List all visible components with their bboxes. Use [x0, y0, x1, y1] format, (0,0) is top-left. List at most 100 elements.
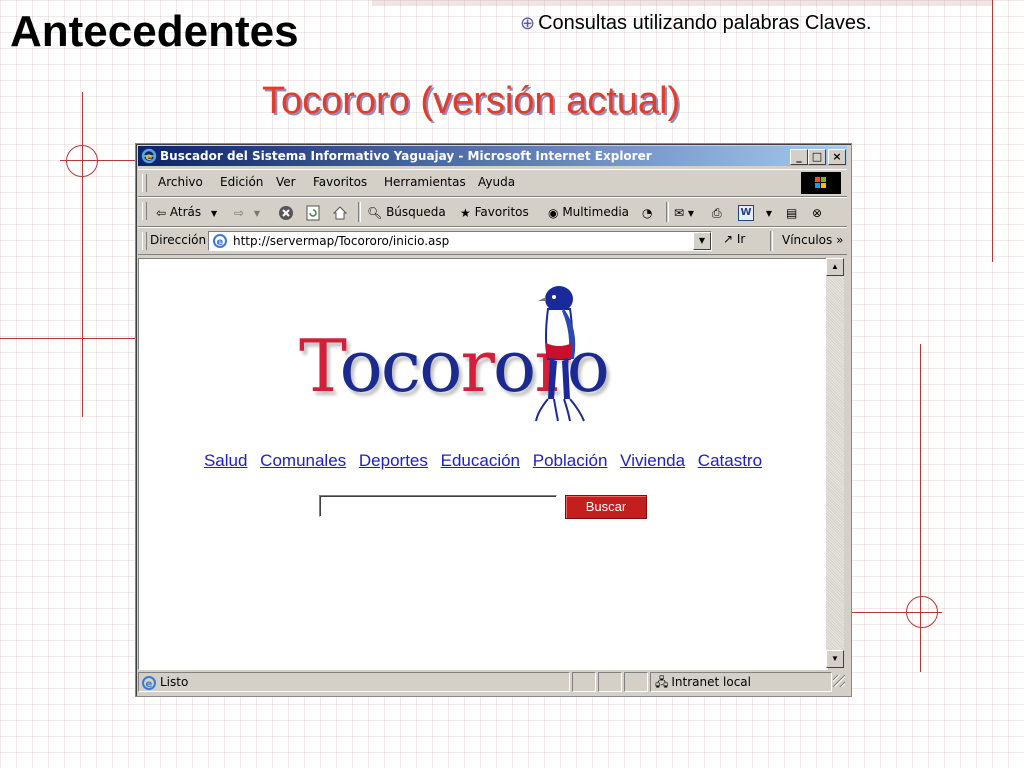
maximize-button[interactable]: □	[808, 149, 826, 165]
standard-toolbar: ⇦ Atrás ▼ ⇨ ▼ 🔍︎ Búsqueda ★ Favoritos ◉ …	[138, 197, 847, 227]
search-button[interactable]: 🔍︎ Búsqueda	[367, 202, 446, 222]
link-vivienda[interactable]: Vivienda	[620, 451, 685, 470]
chevron-down-icon: ▼	[687, 209, 695, 218]
print-button[interactable]: ⎙	[712, 202, 722, 222]
history-button[interactable]: ◔	[642, 202, 652, 222]
slide-subtitle: Tocororo (versión actual)	[262, 80, 681, 122]
svg-text:e: e	[146, 152, 153, 163]
mail-button[interactable]: ✉ ▼	[674, 202, 694, 222]
link-deportes[interactable]: Deportes	[359, 451, 428, 470]
window-titlebar[interactable]: e Buscador del Sistema Informativo Yagua…	[138, 146, 847, 166]
page-viewport: Tocororo Salud Comunales Deportes Educac…	[138, 258, 828, 670]
window-title: Buscador del Sistema Informativo Yaguaja…	[160, 149, 652, 163]
buscar-button[interactable]: Buscar	[565, 495, 647, 519]
forward-button[interactable]: ⇨ ▼	[234, 202, 260, 222]
address-url: http://servermap/Tocororo/inicio.asp	[233, 234, 450, 248]
chevron-down-icon: ▼	[765, 209, 772, 218]
favorites-button[interactable]: ★ Favoritos	[460, 202, 529, 222]
go-arrow-icon: ↗	[723, 232, 734, 246]
svg-text:e: e	[217, 237, 224, 248]
toolbar-grip[interactable]	[142, 174, 147, 192]
address-input[interactable]: e http://servermap/Tocororo/inicio.asp ▼	[208, 231, 712, 251]
zone-panel: 🖧︎ Intranet local	[650, 672, 832, 692]
edit-word-button[interactable]: W ▼	[738, 202, 772, 222]
link-educacion[interactable]: Educación	[441, 451, 520, 470]
menu-ver[interactable]: Ver	[276, 175, 296, 189]
deco-line	[992, 0, 993, 262]
back-label: Atrás	[169, 205, 202, 219]
menu-archivo[interactable]: Archivo	[158, 175, 203, 189]
chevron-down-icon: ▼	[698, 236, 706, 245]
intranet-icon: 🖧︎	[655, 675, 669, 689]
messenger-icon: ⊗	[812, 205, 823, 220]
toolbar-grip[interactable]	[142, 202, 147, 220]
vertical-scrollbar[interactable]: ▲ ▼	[826, 258, 844, 668]
address-bar: Dirección e http://servermap/Tocororo/in…	[138, 227, 847, 255]
link-salud[interactable]: Salud	[204, 451, 247, 470]
page-icon: e	[142, 675, 156, 690]
address-label: Dirección	[150, 233, 207, 247]
home-icon	[332, 205, 348, 219]
forward-arrow-icon: ⇨	[234, 205, 245, 220]
multimedia-label: Multimedia	[562, 205, 630, 219]
chevron-down-icon: ▼	[831, 654, 839, 663]
print-icon: ⎙	[712, 205, 722, 220]
status-panel	[624, 672, 648, 692]
browser-window: e Buscador del Sistema Informativo Yagua…	[135, 143, 852, 697]
refresh-button[interactable]	[305, 202, 321, 222]
svg-text:e: e	[146, 679, 153, 690]
address-dropdown[interactable]: ▼	[693, 232, 711, 250]
back-button[interactable]: ⇦ Atrás ▼	[156, 202, 217, 222]
menu-bar: Archivo Edición Ver Favoritos Herramient…	[138, 169, 847, 197]
menu-favoritos[interactable]: Favoritos	[313, 175, 367, 189]
discuss-button[interactable]: ▤	[786, 202, 797, 222]
favorites-icon: ★	[460, 205, 471, 220]
minimize-button[interactable]: _	[790, 149, 808, 165]
links-label: Vínculos	[782, 233, 833, 247]
page-icon: e	[213, 234, 227, 248]
word-icon: W	[738, 204, 754, 221]
zone-text: Intranet local	[671, 675, 751, 689]
status-bar: e Listo 🖧︎ Intranet local	[138, 671, 847, 692]
chevron-down-icon: ▼	[210, 209, 218, 218]
messenger-button[interactable]: ⊗	[812, 202, 822, 222]
menu-herramientas[interactable]: Herramientas	[384, 175, 466, 189]
home-button[interactable]	[332, 202, 348, 222]
resize-grip[interactable]	[833, 675, 845, 687]
ie-logo-icon: e	[141, 148, 157, 164]
menu-ayuda[interactable]: Ayuda	[478, 175, 515, 189]
link-comunales[interactable]: Comunales	[260, 451, 346, 470]
toolbar-separator	[358, 202, 361, 222]
scroll-up-button[interactable]: ▲	[826, 258, 844, 276]
scroll-down-button[interactable]: ▼	[826, 650, 844, 668]
link-catastro[interactable]: Catastro	[698, 451, 762, 470]
chevron-down-icon: ▼	[253, 209, 261, 218]
multimedia-icon: ◉	[548, 205, 559, 220]
multimedia-button[interactable]: ◉ Multimedia	[548, 202, 629, 222]
history-icon: ◔	[642, 205, 653, 220]
search-input[interactable]	[319, 495, 557, 517]
menu-edicion[interactable]: Edición	[220, 175, 263, 189]
bullet-item: ⊕ Consultas utilizando palabras Claves.	[520, 10, 872, 36]
slide-title: Antecedentes	[10, 7, 299, 56]
windows-logo-icon	[801, 172, 841, 194]
status-panel	[572, 672, 596, 692]
search-label: Búsqueda	[386, 205, 446, 219]
go-button[interactable]: ↗ Ir	[723, 232, 745, 246]
back-arrow-icon: ⇦	[156, 205, 167, 220]
chevron-right-icon: »	[836, 233, 844, 247]
status-panel	[598, 672, 622, 692]
stop-button[interactable]	[278, 202, 294, 222]
bullet-text: Consultas utilizando palabras Claves.	[538, 12, 872, 34]
toolbar-grip[interactable]	[142, 232, 147, 250]
tocororo-logo: Tocororo	[299, 279, 679, 439]
close-button[interactable]: ×	[828, 149, 846, 165]
deco-line	[0, 338, 138, 339]
discuss-icon: ▤	[786, 205, 798, 220]
links-button[interactable]: Vínculos »	[782, 233, 843, 247]
deco-circle	[66, 145, 98, 177]
deco-line	[82, 92, 83, 417]
link-poblacion[interactable]: Población	[533, 451, 608, 470]
mail-icon: ✉	[674, 205, 685, 220]
stop-icon	[279, 205, 293, 220]
